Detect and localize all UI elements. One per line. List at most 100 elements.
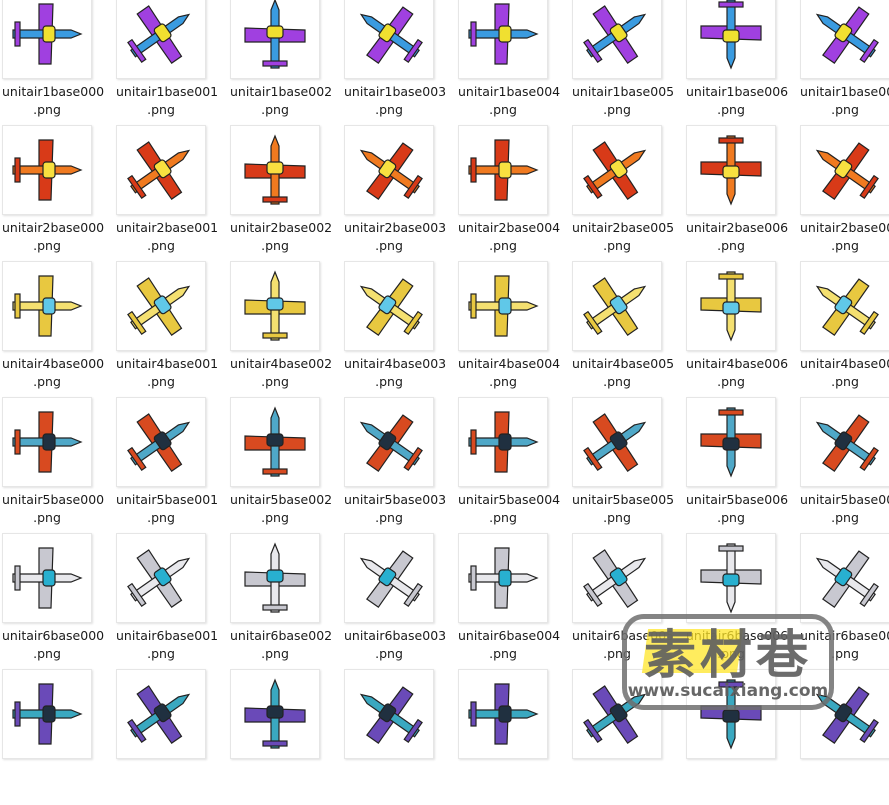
file-item[interactable] xyxy=(342,669,456,805)
file-item[interactable]: unitair6base007 .png xyxy=(798,533,889,669)
image-thumbnail[interactable] xyxy=(572,669,662,759)
file-item[interactable]: unitair4base005 .png xyxy=(570,261,684,397)
file-item[interactable]: unitair5base001 .png xyxy=(114,397,228,533)
image-thumbnail[interactable] xyxy=(116,0,206,79)
image-thumbnail[interactable] xyxy=(686,669,776,759)
aircraft-sprite-icon xyxy=(244,542,306,613)
file-item[interactable]: unitair1base005 .png xyxy=(570,0,684,125)
file-item[interactable]: unitair6base002 .png xyxy=(228,533,342,669)
file-item[interactable]: unitair2base003 .png xyxy=(342,125,456,261)
file-item[interactable]: unitair2base002 .png xyxy=(228,125,342,261)
file-item[interactable]: unitair6base003 .png xyxy=(342,533,456,669)
file-item[interactable]: unitair2base000 .png xyxy=(0,125,114,261)
file-item[interactable]: unitair5base000 .png xyxy=(0,397,114,533)
file-item[interactable] xyxy=(798,669,889,805)
image-thumbnail[interactable] xyxy=(116,125,206,215)
image-thumbnail[interactable] xyxy=(800,669,889,759)
file-item[interactable]: unitair2base006 .png xyxy=(684,125,798,261)
image-thumbnail[interactable] xyxy=(116,533,206,623)
file-item[interactable]: unitair4base007 .png xyxy=(798,261,889,397)
file-item[interactable]: unitair1base006 .png xyxy=(684,0,798,125)
image-thumbnail[interactable] xyxy=(230,0,320,79)
file-item[interactable]: unitair4base003 .png xyxy=(342,261,456,397)
image-thumbnail[interactable] xyxy=(2,0,92,79)
image-thumbnail[interactable] xyxy=(230,533,320,623)
image-thumbnail[interactable] xyxy=(2,669,92,759)
file-item[interactable] xyxy=(570,669,684,805)
image-thumbnail[interactable] xyxy=(344,397,434,487)
aircraft-sprite-icon xyxy=(815,414,879,472)
file-item[interactable]: unitair1base002 .png xyxy=(228,0,342,125)
image-thumbnail[interactable] xyxy=(572,397,662,487)
file-item[interactable]: unitair5base006 .png xyxy=(684,397,798,533)
image-thumbnail[interactable] xyxy=(458,125,548,215)
file-item[interactable]: unitair1base001 .png xyxy=(114,0,228,125)
file-item[interactable]: unitair6base001 .png xyxy=(114,533,228,669)
image-thumbnail[interactable] xyxy=(116,261,206,351)
image-thumbnail[interactable] xyxy=(344,261,434,351)
image-thumbnail[interactable] xyxy=(2,261,92,351)
file-item[interactable]: unitair2base004 .png xyxy=(456,125,570,261)
file-name: unitair6base007 .png xyxy=(798,627,889,663)
image-thumbnail[interactable] xyxy=(230,125,320,215)
image-thumbnail[interactable] xyxy=(2,125,92,215)
image-thumbnail[interactable] xyxy=(572,533,662,623)
file-item[interactable]: unitair4base006 .png xyxy=(684,261,798,397)
image-thumbnail[interactable] xyxy=(116,397,206,487)
file-item[interactable]: unitair2base005 .png xyxy=(570,125,684,261)
image-thumbnail[interactable] xyxy=(572,0,662,79)
file-item[interactable]: unitair5base003 .png xyxy=(342,397,456,533)
image-thumbnail[interactable] xyxy=(686,533,776,623)
file-item[interactable]: unitair5base007 .png xyxy=(798,397,889,533)
file-item[interactable]: unitair6base006 .png xyxy=(684,533,798,669)
image-thumbnail[interactable] xyxy=(686,261,776,351)
file-item[interactable] xyxy=(684,669,798,805)
image-thumbnail[interactable] xyxy=(800,397,889,487)
image-thumbnail[interactable] xyxy=(2,533,92,623)
image-thumbnail[interactable] xyxy=(2,397,92,487)
file-item[interactable]: unitair5base002 .png xyxy=(228,397,342,533)
image-thumbnail[interactable] xyxy=(800,0,889,79)
image-thumbnail[interactable] xyxy=(458,533,548,623)
image-thumbnail[interactable] xyxy=(458,0,548,79)
file-item[interactable]: unitair1base000 .png xyxy=(0,0,114,125)
image-thumbnail[interactable] xyxy=(800,261,889,351)
file-item[interactable] xyxy=(0,669,114,805)
file-item[interactable] xyxy=(456,669,570,805)
file-item[interactable]: unitair6base000 .png xyxy=(0,533,114,669)
file-item[interactable]: unitair1base004 .png xyxy=(456,0,570,125)
image-thumbnail[interactable] xyxy=(230,397,320,487)
image-thumbnail[interactable] xyxy=(686,397,776,487)
image-thumbnail[interactable] xyxy=(458,397,548,487)
file-item[interactable]: unitair5base005 .png xyxy=(570,397,684,533)
image-thumbnail[interactable] xyxy=(344,669,434,759)
image-thumbnail[interactable] xyxy=(230,261,320,351)
file-item[interactable]: unitair6base004 .png xyxy=(456,533,570,669)
file-item[interactable]: unitair4base002 .png xyxy=(228,261,342,397)
file-extension: .png xyxy=(261,510,289,525)
file-item[interactable]: unitair5base004 .png xyxy=(456,397,570,533)
file-item[interactable] xyxy=(228,669,342,805)
image-thumbnail[interactable] xyxy=(800,533,889,623)
file-item[interactable]: unitair1base007 .png xyxy=(798,0,889,125)
file-item[interactable]: unitair6base005 .png xyxy=(570,533,684,669)
file-item[interactable]: unitair2base001 .png xyxy=(114,125,228,261)
image-thumbnail[interactable] xyxy=(572,125,662,215)
file-item[interactable]: unitair1base003 .png xyxy=(342,0,456,125)
image-thumbnail[interactable] xyxy=(458,669,548,759)
image-thumbnail[interactable] xyxy=(344,125,434,215)
image-thumbnail[interactable] xyxy=(344,533,434,623)
image-thumbnail[interactable] xyxy=(686,0,776,79)
file-item[interactable] xyxy=(114,669,228,805)
image-thumbnail[interactable] xyxy=(116,669,206,759)
image-thumbnail[interactable] xyxy=(458,261,548,351)
image-thumbnail[interactable] xyxy=(686,125,776,215)
image-thumbnail[interactable] xyxy=(344,0,434,79)
file-item[interactable]: unitair4base004 .png xyxy=(456,261,570,397)
file-item[interactable]: unitair4base001 .png xyxy=(114,261,228,397)
image-thumbnail[interactable] xyxy=(230,669,320,759)
file-item[interactable]: unitair4base000 .png xyxy=(0,261,114,397)
image-thumbnail[interactable] xyxy=(800,125,889,215)
file-item[interactable]: unitair2base007 .png xyxy=(798,125,889,261)
image-thumbnail[interactable] xyxy=(572,261,662,351)
